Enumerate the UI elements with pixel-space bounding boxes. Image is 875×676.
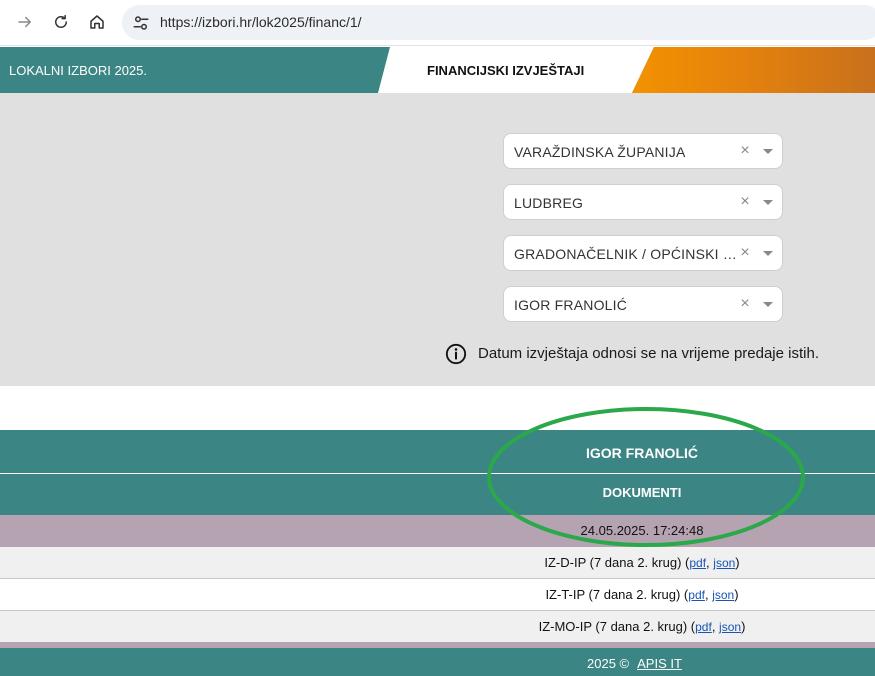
election-type-select-value: GRADONAČELNIK / OPĆINSKI NAČELNIK bbox=[514, 246, 739, 262]
report-date: 24.05.2025. 17:24:48 bbox=[580, 523, 704, 538]
city-select-value: LUDBREG bbox=[514, 195, 584, 211]
home-icon bbox=[90, 15, 104, 29]
header-accent-bar bbox=[632, 47, 875, 93]
document-name: IZ-MO-IP (7 dana 2. krug) bbox=[538, 619, 688, 634]
election-title[interactable]: LOKALNI IZBORI 2025. bbox=[9, 63, 147, 78]
close-icon[interactable]: × bbox=[738, 244, 752, 262]
election-type-select[interactable]: GRADONAČELNIK / OPĆINSKI NAČELNIK × bbox=[503, 235, 783, 271]
close-icon[interactable]: × bbox=[738, 193, 752, 211]
back-button[interactable] bbox=[11, 8, 39, 36]
copyright: 2025 © bbox=[587, 656, 630, 671]
info-icon bbox=[445, 343, 467, 365]
pdf-link[interactable]: pdf bbox=[695, 620, 712, 634]
document-entry: IZ-MO-IP (7 dana 2. krug) (pdf, json) bbox=[538, 619, 746, 634]
documents-header: DOKUMENTI bbox=[602, 485, 682, 500]
document-entry: IZ-T-IP (7 dana 2. krug) (pdf, json) bbox=[545, 587, 739, 602]
url-text[interactable]: https://izbori.hr/lok2025/financ/1/ bbox=[160, 14, 362, 30]
chevron-down-icon[interactable] bbox=[763, 200, 773, 205]
close-icon[interactable]: × bbox=[738, 142, 752, 160]
documents-header-row: DOKUMENTI bbox=[0, 474, 875, 515]
chevron-down-icon[interactable] bbox=[763, 302, 773, 307]
candidate-header-row: IGOR FRANOLIĆ bbox=[0, 430, 875, 473]
filter-panel: VARAŽDINSKA ŽUPANIJA × LUDBREG × GRADONA… bbox=[0, 93, 875, 386]
report-date-row: 24.05.2025. 17:24:48 bbox=[0, 515, 875, 547]
candidate-name: IGOR FRANOLIĆ bbox=[586, 445, 698, 461]
pdf-link[interactable]: pdf bbox=[689, 556, 706, 570]
site-header: LOKALNI IZBORI 2025. FINANCIJSKI IZVJEŠT… bbox=[0, 47, 875, 93]
pdf-link[interactable]: pdf bbox=[688, 588, 705, 602]
candidate-select-value: IGOR FRANOLIĆ bbox=[514, 297, 628, 313]
apis-it-link[interactable]: APIS IT bbox=[637, 656, 682, 671]
reload-button[interactable] bbox=[47, 8, 75, 36]
arrow-right-icon bbox=[18, 16, 31, 28]
document-name: IZ-D-IP (7 dana 2. krug) bbox=[544, 555, 682, 570]
county-select-value: VARAŽDINSKA ŽUPANIJA bbox=[514, 144, 686, 160]
json-link[interactable]: json bbox=[712, 588, 734, 602]
document-entry: IZ-D-IP (7 dana 2. krug) (pdf, json) bbox=[544, 555, 740, 570]
footer: 2025 © APIS IT bbox=[0, 648, 875, 676]
table-row: IZ-D-IP (7 dana 2. krug) (pdf, json) bbox=[0, 547, 875, 579]
chevron-down-icon[interactable] bbox=[763, 149, 773, 154]
json-link[interactable]: json bbox=[713, 556, 735, 570]
browser-toolbar: https://izbori.hr/lok2025/financ/1/ bbox=[0, 0, 875, 46]
address-bar[interactable]: https://izbori.hr/lok2025/financ/1/ bbox=[122, 5, 875, 40]
footer-text: 2025 © APIS IT bbox=[587, 656, 682, 671]
county-select[interactable]: VARAŽDINSKA ŽUPANIJA × bbox=[503, 133, 783, 169]
table-row: IZ-MO-IP (7 dana 2. krug) (pdf, json) bbox=[0, 611, 875, 643]
json-link[interactable]: json bbox=[719, 620, 741, 634]
table-row: IZ-T-IP (7 dana 2. krug) (pdf, json) bbox=[0, 579, 875, 611]
tab-financial-reports-label[interactable]: FINANCIJSKI IZVJEŠTAJI bbox=[427, 63, 584, 78]
city-select[interactable]: LUDBREG × bbox=[503, 184, 783, 220]
document-name: IZ-T-IP (7 dana 2. krug) bbox=[545, 587, 681, 602]
info-text: Datum izvještaja odnosi se na vrijeme pr… bbox=[478, 345, 819, 362]
tune-icon[interactable] bbox=[132, 14, 150, 32]
close-icon[interactable]: × bbox=[738, 295, 752, 313]
reload-icon bbox=[55, 14, 67, 28]
home-button[interactable] bbox=[83, 8, 111, 36]
candidate-select[interactable]: IGOR FRANOLIĆ × bbox=[503, 286, 783, 322]
chevron-down-icon[interactable] bbox=[763, 251, 773, 256]
